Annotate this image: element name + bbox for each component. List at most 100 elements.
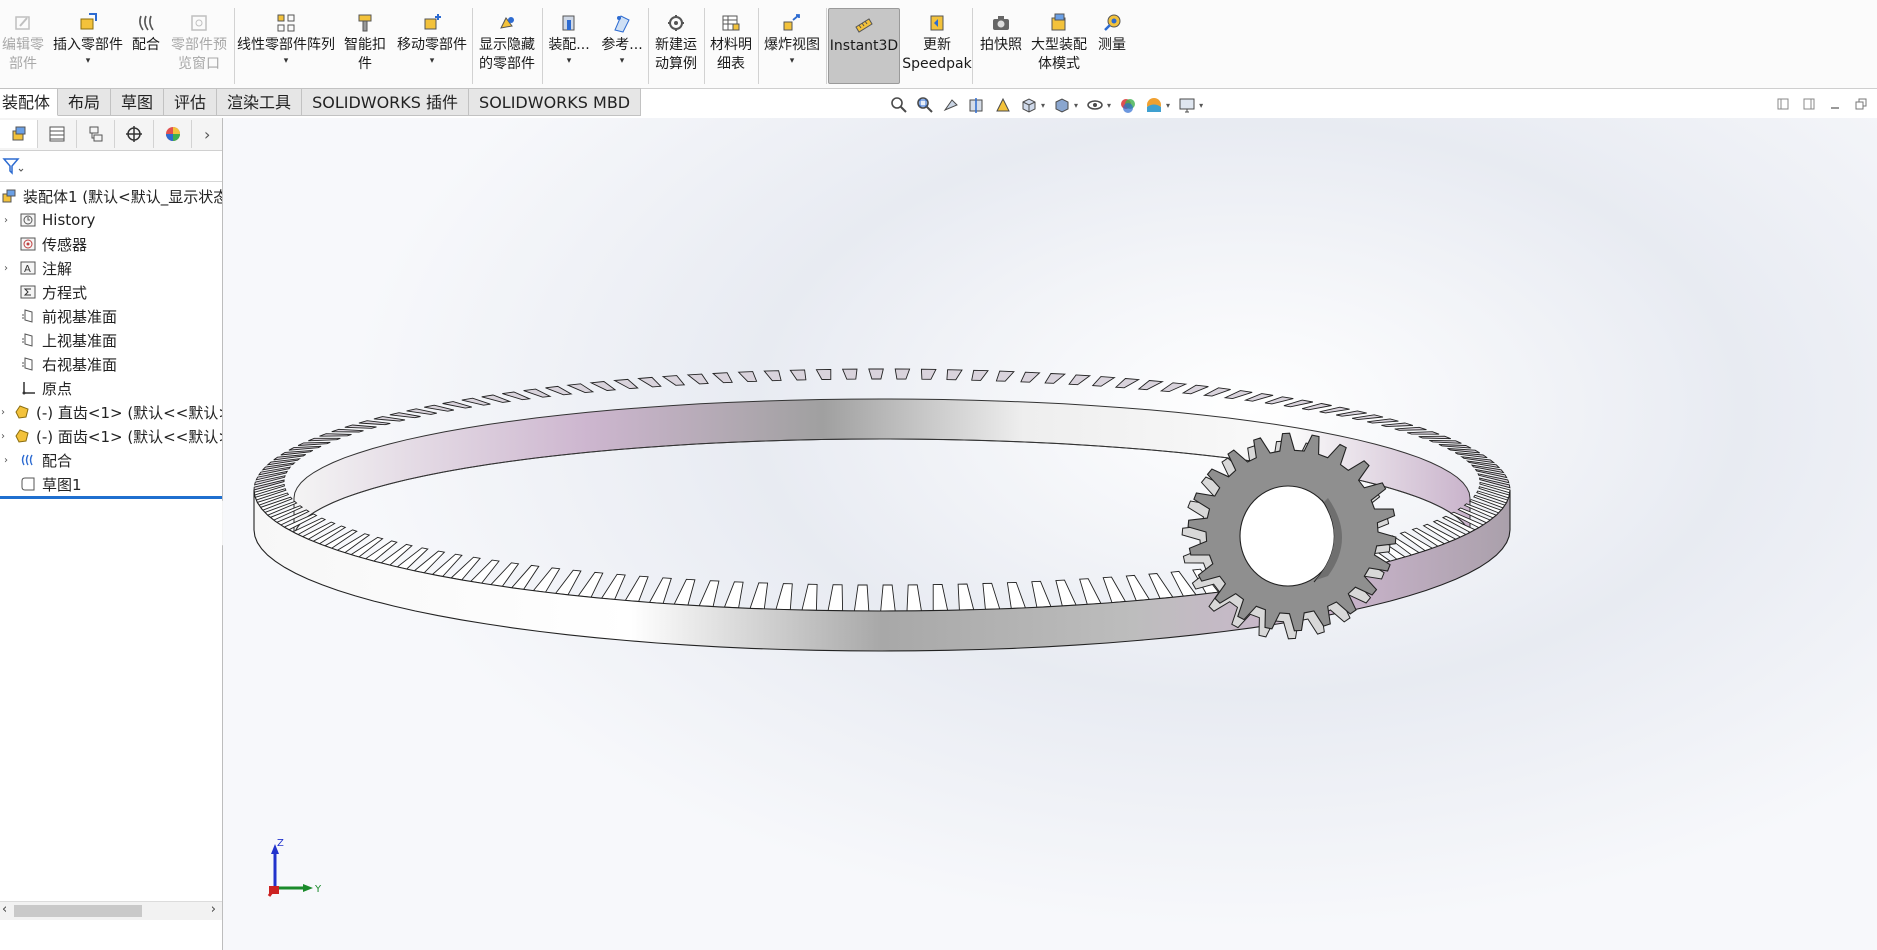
scroll-right-icon[interactable]: › <box>211 902 216 917</box>
tab-configuration-manager[interactable] <box>77 120 116 148</box>
new-motion-study-button[interactable]: 新建运 动算例 <box>650 8 702 84</box>
expand-arrow-icon[interactable]: › <box>1 263 11 274</box>
chevron-down-icon[interactable]: ▾ <box>1041 101 1045 110</box>
tab-solidworks-addins[interactable]: SOLIDWORKS 插件 <box>302 88 470 116</box>
expand-arrow-icon[interactable]: › <box>1 407 5 418</box>
tree-item-front-plane[interactable]: 前视基准面 <box>0 304 222 328</box>
motion-study-icon <box>668 15 684 31</box>
edit-appearance-icon[interactable] <box>1117 94 1139 116</box>
move-component-icon <box>424 14 441 30</box>
tree-item-top-plane[interactable]: 上视基准面 <box>0 328 222 352</box>
tree-item-mates[interactable]: › 配合 <box>0 448 222 472</box>
restore-icon[interactable] <box>1853 96 1869 112</box>
expand-arrow-icon[interactable]: › <box>1 431 5 442</box>
scrollbar-thumb[interactable] <box>14 905 142 917</box>
insert-components-button[interactable]: 插入零部件 ▾ <box>50 8 126 84</box>
tree-root-assembly[interactable]: 装配体1 (默认<默认_显示状态 <box>0 184 222 208</box>
smart-fasteners-button[interactable]: 智能扣 件 <box>340 8 390 84</box>
dynamic-annotation-icon[interactable] <box>992 94 1014 116</box>
large-assembly-mode-button[interactable]: 大型装配 体模式 <box>1028 8 1090 84</box>
tree-filter-bar[interactable] <box>0 151 222 182</box>
assembly-features-button[interactable]: 装配... ▾ <box>544 8 594 84</box>
tree-item-sensors[interactable]: 传感器 <box>0 232 222 256</box>
view-orientation-icon[interactable] <box>1018 94 1040 116</box>
bill-of-materials-button[interactable]: 材料明 细表 <box>706 8 756 84</box>
feature-manager-panel: › 装配体1 (默认<默认_显示状态 › History 传感器 › A 注解 … <box>0 118 223 950</box>
tab-assembly[interactable]: 装配体 <box>0 88 58 116</box>
tree-item-origin[interactable]: 原点 <box>0 376 222 400</box>
ribbon-separator <box>542 8 543 84</box>
chevron-down-icon[interactable]: ▾ <box>86 56 91 66</box>
mate-button[interactable]: 配合 <box>128 8 164 84</box>
instant3d-icon <box>855 18 873 33</box>
previous-view-icon[interactable] <box>940 94 962 116</box>
tab-property-manager[interactable] <box>38 120 77 148</box>
show-hidden-components-button[interactable]: 显示隐藏 的零部件 <box>474 8 540 84</box>
tab-evaluate[interactable]: 评估 <box>164 88 218 116</box>
speedpak-icon <box>930 15 944 31</box>
view-settings-icon[interactable] <box>1176 94 1198 116</box>
filter-icon[interactable] <box>2 156 24 176</box>
chevron-down-icon[interactable]: ▾ <box>1166 101 1170 110</box>
feature-tree: 装配体1 (默认<默认_显示状态 › History 传感器 › A 注解 方程… <box>0 182 222 499</box>
edit-component-icon <box>15 16 30 30</box>
graphics-viewport[interactable]: Z Y <box>223 118 1877 950</box>
tree-item-spur-gear[interactable]: › (-) 直齿<1> (默认<<默认> <box>0 400 222 424</box>
chevron-down-icon[interactable]: ▾ <box>1107 101 1111 110</box>
part-icon <box>13 427 31 445</box>
section-view-icon[interactable] <box>966 94 988 116</box>
crosshair-icon <box>126 126 143 142</box>
tab-feature-manager[interactable] <box>0 120 39 148</box>
ribbon-separator <box>648 8 649 84</box>
viewport-single-icon[interactable] <box>1775 96 1791 112</box>
hide-show-items-icon[interactable] <box>1084 94 1106 116</box>
zoom-to-area-icon[interactable] <box>914 94 936 116</box>
reference-geometry-button[interactable]: 参考... ▾ <box>596 8 648 84</box>
chevron-down-icon[interactable]: ▾ <box>1074 101 1078 110</box>
exploded-view-button[interactable]: 爆炸视图 ▾ <box>760 8 824 84</box>
tree-item-label: 上视基准面 <box>42 331 118 350</box>
linear-pattern-button[interactable]: 线性零部件阵列 ▾ <box>236 8 336 84</box>
display-style-icon[interactable] <box>1051 94 1073 116</box>
tree-item-history[interactable]: › History <box>0 208 222 232</box>
chevron-down-icon[interactable]: ▾ <box>284 56 289 66</box>
assembly-tree-icon <box>12 126 26 141</box>
measure-button[interactable]: 测量 <box>1092 8 1132 84</box>
tree-item-right-plane[interactable]: 右视基准面 <box>0 352 222 376</box>
tab-sketch[interactable]: 草图 <box>111 88 165 116</box>
tree-item-equations[interactable]: 方程式 <box>0 280 222 304</box>
chevron-down-icon[interactable]: ▾ <box>567 56 572 66</box>
scroll-left-icon[interactable]: ‹ <box>2 902 7 917</box>
move-component-button[interactable]: 移动零部件 ▾ <box>394 8 470 84</box>
property-manager-icon <box>49 126 65 142</box>
update-speedpak-button[interactable]: 更新 Speedpak <box>902 8 972 84</box>
tab-display-manager[interactable] <box>154 120 193 148</box>
expand-arrow-icon[interactable]: › <box>1 215 11 226</box>
instant3d-button[interactable]: Instant3D <box>828 8 900 84</box>
tree-item-sketch1[interactable]: 草图1 <box>0 472 222 499</box>
gear-assembly-model[interactable] <box>223 118 1877 950</box>
take-snapshot-button[interactable]: 拍快照 <box>976 8 1026 84</box>
tab-layout[interactable]: 布局 <box>58 88 112 116</box>
chevron-down-icon[interactable]: ▾ <box>790 56 795 66</box>
ribbon-separator <box>826 8 827 84</box>
minimize-icon[interactable] <box>1827 96 1843 112</box>
expand-arrow-icon[interactable]: › <box>1 455 11 466</box>
horizontal-scrollbar[interactable]: ‹ › <box>0 901 222 920</box>
chevron-down-icon[interactable]: ▾ <box>1199 101 1203 110</box>
tab-solidworks-mbd[interactable]: SOLIDWORKS MBD <box>469 88 642 116</box>
panel-tabs-more-icon[interactable]: › <box>192 125 222 144</box>
component-preview-button[interactable]: 零部件预 览窗口 <box>168 8 230 84</box>
zoom-to-fit-icon[interactable] <box>888 94 910 116</box>
tree-item-label: 注解 <box>42 259 73 278</box>
apply-scene-icon[interactable] <box>1143 94 1165 116</box>
chevron-down-icon[interactable]: ▾ <box>620 56 625 66</box>
chevron-down-icon[interactable]: ▾ <box>430 56 435 66</box>
tree-item-face-gear[interactable]: › (-) 面齿<1> (默认<<默认> <box>0 424 222 448</box>
edit-component-button[interactable]: 编辑零 部件 <box>0 8 46 84</box>
tab-render-tools[interactable]: 渲染工具 <box>217 88 303 116</box>
tree-item-annotations[interactable]: › A 注解 <box>0 256 222 280</box>
tab-dimxpert-manager[interactable] <box>115 120 154 148</box>
viewport-split-icon[interactable] <box>1801 96 1817 112</box>
tree-item-label: 草图1 <box>42 475 82 494</box>
